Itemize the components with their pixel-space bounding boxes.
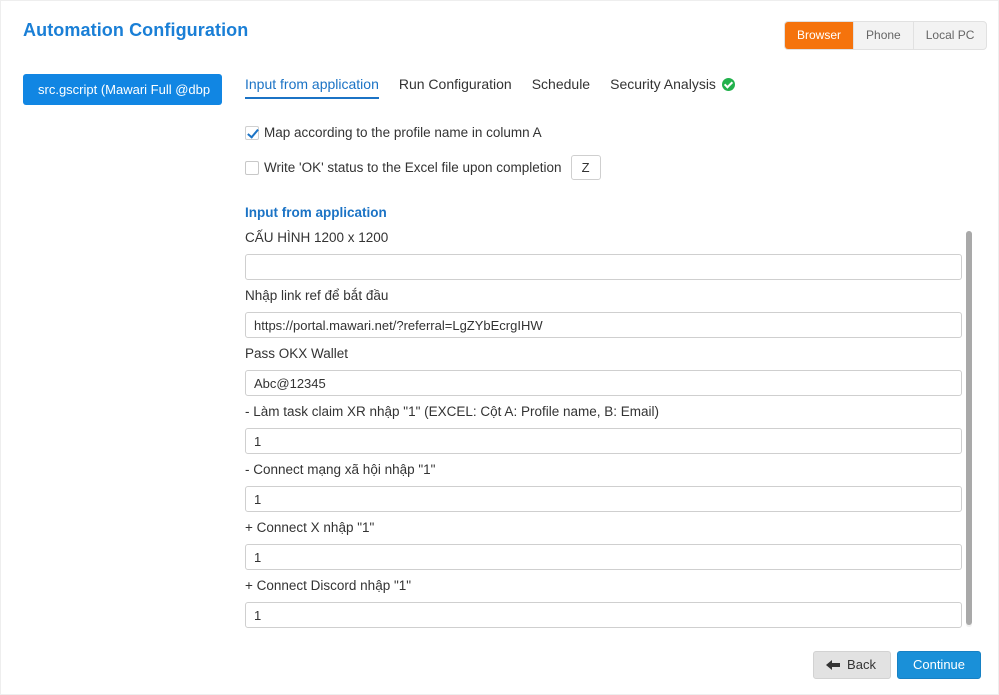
write-ok-label: Write 'OK' status to the Excel file upon… — [264, 160, 562, 175]
continue-button[interactable]: Continue — [897, 651, 981, 679]
map-profile-option: Map according to the profile name in col… — [245, 125, 542, 140]
okx-pass-input[interactable] — [245, 370, 962, 396]
back-label: Back — [847, 657, 876, 672]
scrollbar-thumb[interactable] — [966, 231, 972, 625]
field-claim-xr: - Làm task claim XR nhập "1" (EXCEL: Cột… — [245, 404, 962, 462]
check-circle-icon — [721, 78, 735, 91]
tab-label: Run Configuration — [398, 76, 512, 92]
connect-social-input[interactable] — [245, 486, 962, 512]
connect-discord-input[interactable] — [245, 602, 962, 628]
field-label: Nhập link ref để bắt đầu — [245, 288, 389, 303]
map-profile-checkbox[interactable] — [245, 125, 259, 140]
sidebar-script-item[interactable]: src.gscript (Mawari Full @dbp — [23, 74, 222, 105]
field-label: + Connect Discord nhập "1" — [245, 578, 412, 593]
mode-phone-button[interactable]: Phone — [853, 22, 913, 49]
page-title: Automation Configuration — [23, 20, 249, 40]
fields-scrollbar[interactable] — [966, 231, 972, 627]
connect-x-input[interactable] — [245, 544, 962, 570]
ref-link-input[interactable] — [245, 312, 962, 338]
input-fields-list: CẤU HÌNH 1200 x 1200 Nhập link ref để bắ… — [245, 230, 962, 636]
field-label: - Connect mạng xã hội nhập "1" — [245, 462, 436, 477]
tab-schedule[interactable]: Schedule — [532, 76, 590, 99]
field-label: Pass OKX Wallet — [245, 346, 349, 361]
write-ok-option: Write 'OK' status to the Excel file upon… — [245, 155, 601, 180]
field-label: CẤU HÌNH 1200 x 1200 — [245, 230, 389, 245]
back-button[interactable]: Back — [813, 651, 891, 679]
field-ref-link: Nhập link ref để bắt đầu — [245, 288, 962, 346]
field-connect-discord: + Connect Discord nhập "1" — [245, 578, 962, 636]
section-title: Input from application — [245, 205, 387, 220]
tab-security-analysis[interactable]: Security Analysis — [610, 76, 735, 99]
write-ok-column-field[interactable]: Z — [570, 155, 601, 180]
config-tabs: Input from application Run Configuration… — [245, 76, 755, 99]
field-label: - Làm task claim XR nhập "1" (EXCEL: Cột… — [245, 404, 659, 419]
field-okx-pass: Pass OKX Wallet — [245, 346, 962, 404]
mode-browser-button[interactable]: Browser — [785, 22, 854, 49]
config-size-input[interactable] — [245, 254, 962, 280]
tab-input-from-application[interactable]: Input from application — [245, 76, 379, 99]
mode-local-pc-button[interactable]: Local PC — [912, 22, 987, 49]
claim-xr-input[interactable] — [245, 428, 962, 454]
field-connect-x: + Connect X nhập "1" — [245, 520, 962, 578]
arrow-left-icon — [826, 660, 841, 670]
write-ok-checkbox[interactable] — [245, 160, 259, 175]
tab-label: Input from application — [245, 76, 379, 92]
map-profile-label: Map according to the profile name in col… — [264, 125, 542, 140]
tab-label: Schedule — [531, 76, 591, 92]
field-connect-social: - Connect mạng xã hội nhập "1" — [245, 462, 962, 520]
tab-run-configuration[interactable]: Run Configuration — [399, 76, 512, 99]
mode-switcher: Browser Phone Local PC — [784, 21, 988, 50]
tab-label: Security Analysis — [610, 76, 716, 92]
field-config-size: CẤU HÌNH 1200 x 1200 — [245, 230, 962, 288]
field-label: + Connect X nhập "1" — [245, 520, 375, 535]
